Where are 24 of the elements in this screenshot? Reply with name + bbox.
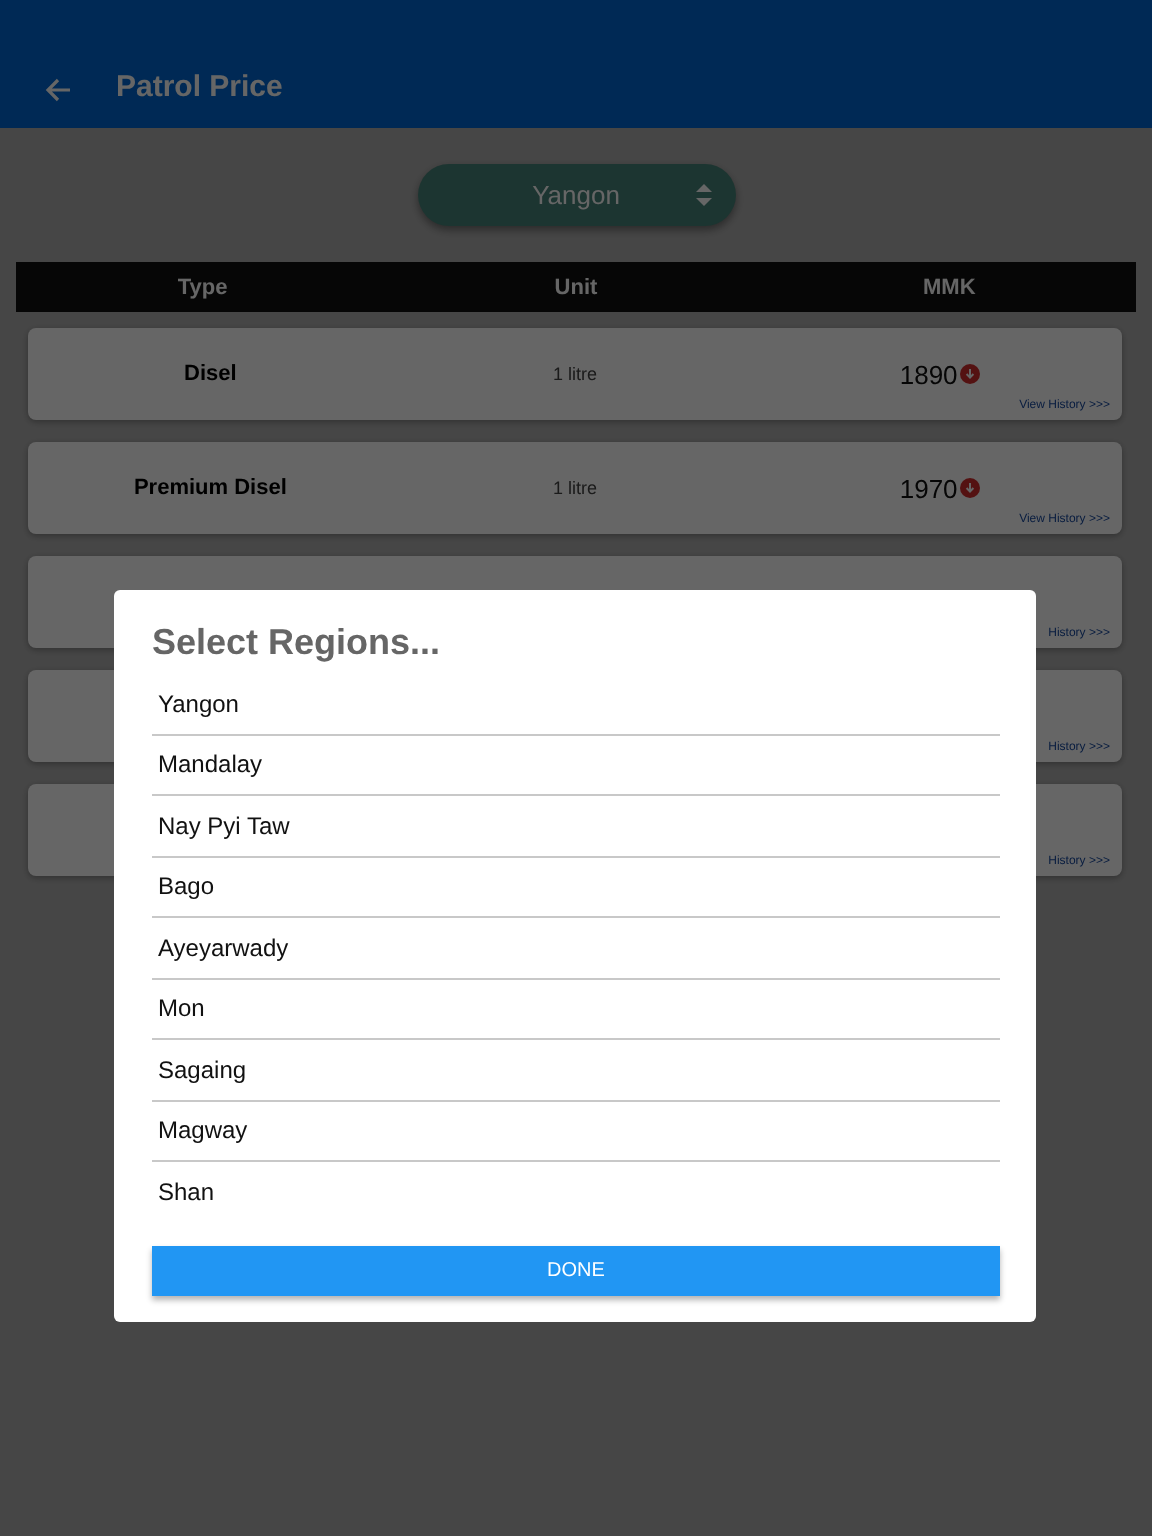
column-header: Type (175, 275, 230, 299)
fuel-type: Disel (182, 362, 239, 386)
sort-icon (695, 184, 711, 206)
price-down-icon (959, 364, 980, 384)
price-down-icon (959, 478, 980, 498)
region-option[interactable]: Magway (152, 1101, 1000, 1162)
region-option[interactable]: Shan (152, 1162, 1000, 1223)
dialog-title: Select Regions... (152, 622, 443, 664)
region-option[interactable]: Sagaing (152, 1040, 1000, 1101)
screen-title: Patrol Price (116, 70, 283, 104)
region-option[interactable]: Yangon (152, 674, 1000, 735)
region-option[interactable]: Mandalay (152, 735, 1000, 796)
column-header: Unit (552, 275, 600, 299)
unit-text: 1 litre (550, 478, 599, 498)
price-text: 1970 (899, 473, 958, 503)
column-header: MMK (921, 275, 978, 299)
region-option[interactable]: Ayeyarwady (152, 918, 1000, 979)
region-option[interactable]: Nay Pyi Taw (152, 796, 1000, 857)
region-option[interactable]: Mon (152, 979, 1000, 1040)
fuel-type: Premium Disel (131, 476, 289, 500)
region-option[interactable]: Bago (152, 857, 1000, 918)
back-icon[interactable] (44, 76, 72, 104)
price-text: 1890 (899, 359, 958, 389)
unit-text: 1 litre (550, 364, 599, 384)
